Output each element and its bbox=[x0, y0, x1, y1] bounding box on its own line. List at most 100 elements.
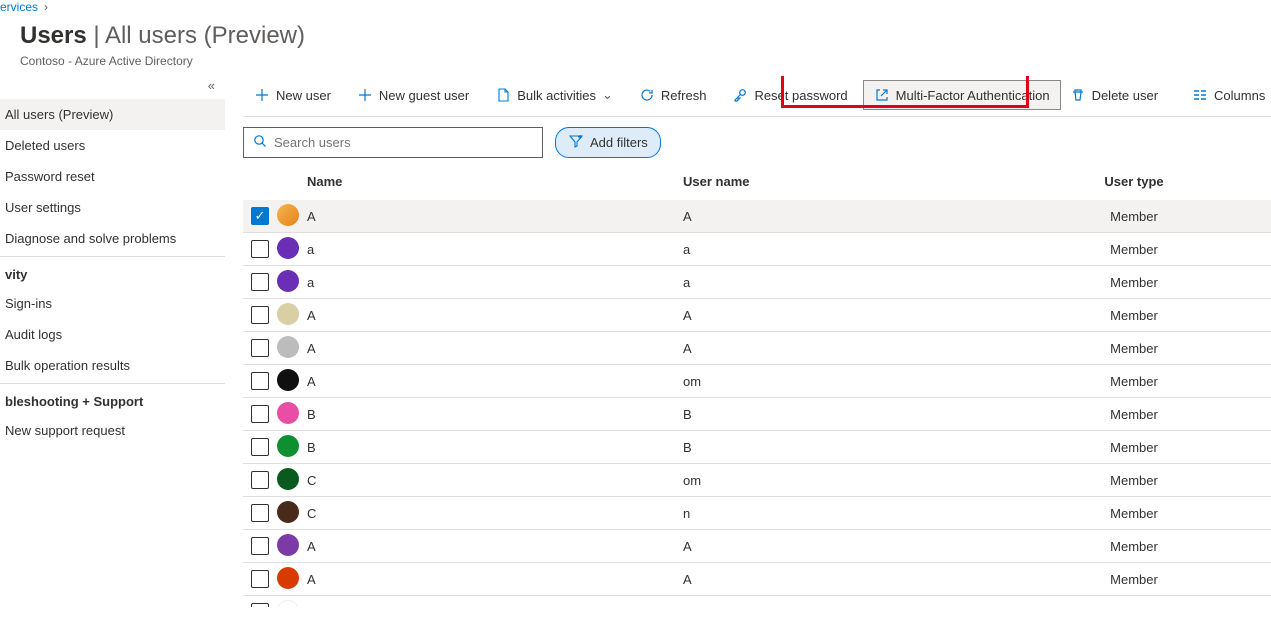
row-checkbox[interactable] bbox=[251, 306, 269, 324]
trash-icon bbox=[1070, 87, 1086, 103]
avatar bbox=[277, 435, 299, 457]
sidebar-item[interactable]: New support request bbox=[0, 415, 225, 446]
avatar bbox=[277, 534, 299, 556]
search-icon bbox=[252, 133, 268, 152]
avatar bbox=[277, 270, 299, 292]
cell-username: A bbox=[683, 209, 1077, 224]
row-checkbox[interactable] bbox=[251, 405, 269, 423]
cell-name: A bbox=[303, 572, 683, 587]
row-checkbox[interactable] bbox=[251, 438, 269, 456]
new-guest-user-button[interactable]: New guest user bbox=[346, 80, 480, 110]
sidebar-item[interactable]: Sign-ins bbox=[0, 288, 225, 319]
filter-bar: Add filters bbox=[243, 117, 1271, 168]
mfa-button[interactable]: Multi-Factor Authentication bbox=[863, 80, 1061, 110]
users-table: Name User name User type ✓AAMemberaaMemb… bbox=[243, 168, 1271, 607]
row-checkbox[interactable]: ✓ bbox=[251, 207, 269, 225]
key-icon bbox=[732, 87, 748, 103]
cell-name: A bbox=[303, 539, 683, 554]
table-row[interactable]: AAMember bbox=[243, 332, 1271, 365]
sidebar-item[interactable]: User settings bbox=[0, 192, 225, 223]
table-row[interactable]: aaMember bbox=[243, 233, 1271, 266]
sidebar-item[interactable]: Diagnose and solve problems bbox=[0, 223, 225, 254]
row-checkbox[interactable] bbox=[251, 603, 269, 607]
cell-name: A bbox=[303, 209, 683, 224]
row-checkbox[interactable] bbox=[251, 372, 269, 390]
reset-password-button[interactable]: Reset password bbox=[721, 80, 858, 110]
table-row[interactable]: BBMember bbox=[243, 431, 1271, 464]
table-row[interactable]: CnMember bbox=[243, 497, 1271, 530]
cell-usertype: Member bbox=[1077, 374, 1271, 389]
refresh-icon bbox=[639, 87, 655, 103]
col-name[interactable]: Name bbox=[303, 174, 683, 189]
row-checkbox[interactable] bbox=[251, 339, 269, 357]
sidebar-item[interactable]: All users (Preview) bbox=[0, 99, 225, 130]
cell-usertype: Member bbox=[1077, 539, 1271, 554]
cell-username: A bbox=[683, 572, 1077, 587]
external-link-icon bbox=[874, 87, 890, 103]
delete-user-button[interactable]: Delete user bbox=[1065, 80, 1169, 110]
cell-username: A bbox=[683, 539, 1077, 554]
cell-name: ont Koom Crystal bbox=[303, 605, 683, 608]
add-filters-button[interactable]: Add filters bbox=[555, 127, 661, 158]
sidebar-item[interactable]: Deleted users bbox=[0, 130, 225, 161]
row-checkbox[interactable] bbox=[251, 471, 269, 489]
columns-button[interactable]: Columns bbox=[1181, 80, 1271, 110]
refresh-button[interactable]: Refresh bbox=[628, 80, 718, 110]
table-header: Name User name User type bbox=[243, 168, 1271, 200]
table-row[interactable]: AAMember bbox=[243, 563, 1271, 596]
row-checkbox[interactable] bbox=[251, 273, 269, 291]
cell-username: om bbox=[683, 374, 1077, 389]
row-checkbox[interactable] bbox=[251, 240, 269, 258]
cell-usertype: Member bbox=[1077, 440, 1271, 455]
cell-usertype: Member bbox=[1077, 209, 1271, 224]
cell-name: B bbox=[303, 407, 683, 422]
table-row[interactable]: AomMember bbox=[243, 365, 1271, 398]
search-users-input[interactable] bbox=[243, 127, 543, 158]
chevron-right-icon: › bbox=[44, 0, 48, 14]
table-row[interactable]: BBMember bbox=[243, 398, 1271, 431]
breadcrumb-item[interactable]: ervices bbox=[0, 0, 38, 14]
avatar bbox=[277, 336, 299, 358]
table-row[interactable]: ComMember bbox=[243, 464, 1271, 497]
cell-name: A bbox=[303, 308, 683, 323]
main-content: New user New guest user Bulk activities … bbox=[225, 76, 1271, 607]
col-username[interactable]: User name bbox=[683, 174, 1077, 189]
cell-usertype: Member bbox=[1077, 572, 1271, 587]
new-user-button[interactable]: New user bbox=[243, 80, 342, 110]
cell-name: C bbox=[303, 506, 683, 521]
cell-username: A bbox=[683, 341, 1077, 356]
chevron-down-icon: ⌄ bbox=[602, 87, 613, 103]
page-subtitle: Contoso - Azure Active Directory bbox=[0, 54, 1271, 76]
sidebar-item[interactable]: Password reset bbox=[0, 161, 225, 192]
cell-usertype: Member bbox=[1077, 506, 1271, 521]
sidebar: « All users (Preview)Deleted usersPasswo… bbox=[0, 76, 225, 607]
command-bar: New user New guest user Bulk activities … bbox=[243, 76, 1271, 117]
table-row[interactable]: ont Koom Crystal bbox=[243, 596, 1271, 607]
row-checkbox[interactable] bbox=[251, 570, 269, 588]
cell-usertype: Member bbox=[1077, 473, 1271, 488]
bulk-activities-button[interactable]: Bulk activities ⌄ bbox=[484, 80, 624, 110]
sidebar-item[interactable]: Audit logs bbox=[0, 319, 225, 350]
cell-usertype: Member bbox=[1077, 275, 1271, 290]
collapse-sidebar-button[interactable]: « bbox=[0, 76, 225, 99]
page-header: Users | All users (Preview) bbox=[0, 14, 1271, 54]
cell-name: a bbox=[303, 275, 683, 290]
sidebar-item[interactable]: Bulk operation results bbox=[0, 350, 225, 381]
row-checkbox[interactable] bbox=[251, 537, 269, 555]
avatar bbox=[277, 237, 299, 259]
user-name-link[interactable]: ont Koom Crystal bbox=[307, 605, 407, 608]
search-field[interactable] bbox=[274, 135, 534, 150]
avatar bbox=[277, 468, 299, 490]
cell-username: n bbox=[683, 506, 1077, 521]
table-row[interactable]: aaMember bbox=[243, 266, 1271, 299]
table-row[interactable]: AAMember bbox=[243, 530, 1271, 563]
row-checkbox[interactable] bbox=[251, 504, 269, 522]
table-row[interactable]: AAMember bbox=[243, 299, 1271, 332]
cell-name: C bbox=[303, 473, 683, 488]
sidebar-group-header: vity bbox=[0, 256, 225, 288]
col-usertype[interactable]: User type bbox=[1077, 174, 1271, 189]
avatar bbox=[277, 303, 299, 325]
table-row[interactable]: ✓AAMember bbox=[243, 200, 1271, 233]
cell-name: A bbox=[303, 341, 683, 356]
cell-username: A bbox=[683, 308, 1077, 323]
